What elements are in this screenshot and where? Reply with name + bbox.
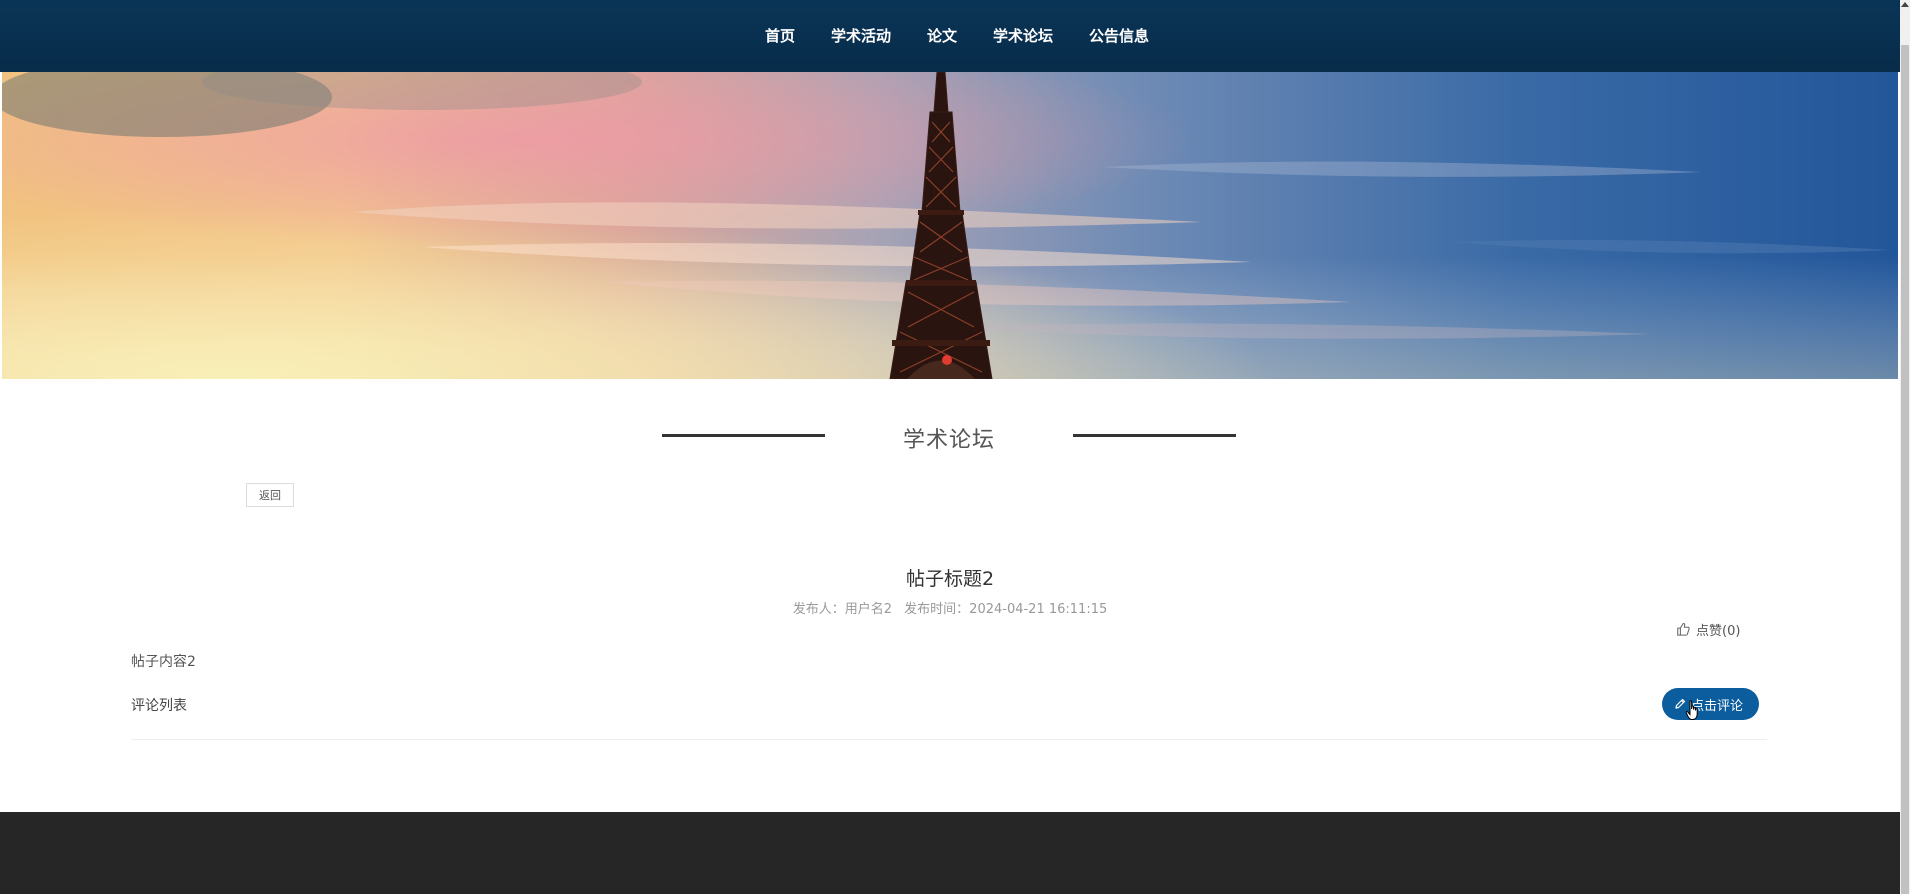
post-time: 发布时间：2024-04-21 16:11:15 [904, 602, 1108, 617]
eiffel-tower-sunset-image [2, 72, 1898, 379]
nav-item-academic-forum[interactable]: 学术论坛 [975, 0, 1071, 72]
footer [0, 812, 1900, 894]
banner-carousel[interactable] [2, 72, 1898, 379]
vertical-scrollbar[interactable] [1900, 0, 1910, 894]
carousel-indicator-dot[interactable] [942, 355, 952, 365]
comment-list-heading: 评论列表 [131, 698, 187, 714]
top-navigation-bar: 首页 学术活动 论文 学术论坛 公告信息 [0, 0, 1900, 72]
title-decoration-line-left [662, 434, 825, 437]
nav-menu: 首页 学术活动 论文 学术论坛 公告信息 [747, 0, 1167, 72]
post-title: 帖子标题2 [905, 568, 995, 590]
title-decoration-line-right [1073, 434, 1236, 437]
comment-divider [131, 739, 1767, 740]
post-author: 发布人：用户名2 [792, 602, 893, 617]
post-content: 帖子内容2 [131, 654, 196, 670]
section-title: 学术论坛 [902, 428, 995, 453]
hand-pointer-cursor-icon [1685, 700, 1698, 720]
nav-item-papers[interactable]: 论文 [909, 0, 975, 72]
thumbs-up-icon [1677, 623, 1690, 636]
page: 首页 学术活动 论文 学术论坛 公告信息 学术论坛 返回 帖子标题2 发布人：用… [0, 0, 1910, 894]
like-button[interactable]: 点赞(0) [1676, 619, 1740, 639]
scrollbar-thumb[interactable] [1901, 45, 1909, 894]
section-header: 学术论坛 [662, 414, 1236, 456]
nav-item-announcements[interactable]: 公告信息 [1071, 0, 1167, 72]
scroll-up-arrow-icon[interactable] [1901, 2, 1909, 7]
nav-item-home[interactable]: 首页 [747, 0, 813, 72]
like-label: 点赞(0) [1696, 623, 1741, 639]
post-meta: 发布人：用户名2 发布时间：2024-04-21 16:11:15 [700, 598, 1200, 617]
back-button[interactable]: 返回 [246, 483, 294, 507]
add-comment-button[interactable]: 点击评论 [1662, 688, 1759, 720]
nav-item-academic-activities[interactable]: 学术活动 [813, 0, 909, 72]
